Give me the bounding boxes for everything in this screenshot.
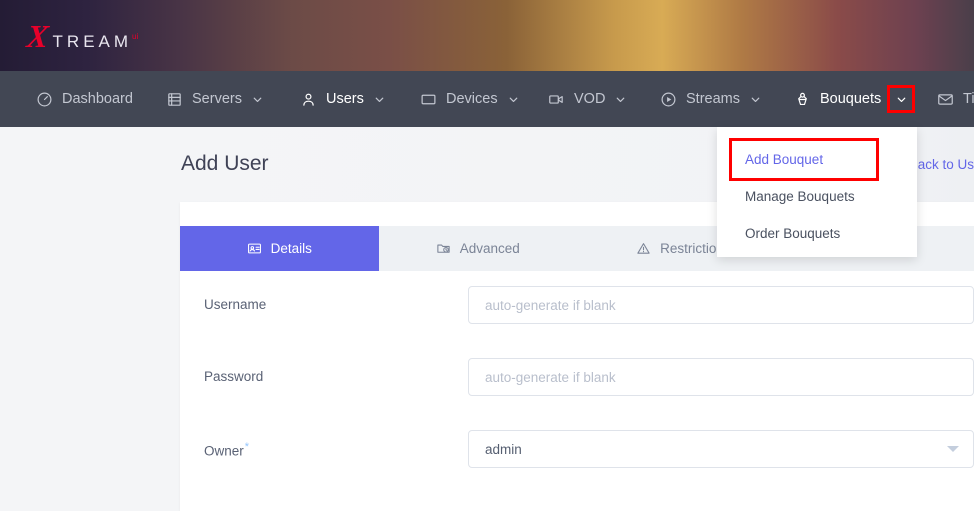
nav-item-label: Servers <box>192 91 242 107</box>
nav-item-streams[interactable]: Streams <box>660 71 762 127</box>
tab-label: Details <box>270 241 312 256</box>
user-icon <box>300 91 317 108</box>
dropdown-item-order-bouquets[interactable]: Order Bouquets <box>717 215 917 252</box>
nav-item-servers[interactable]: Servers <box>166 71 264 127</box>
nav-item-dashboard[interactable]: Dashboard <box>36 71 133 127</box>
tab-advanced[interactable]: Advanced <box>378 226 577 271</box>
chevron-down-icon[interactable] <box>749 93 762 106</box>
nav-item-devices[interactable]: Devices <box>420 71 520 127</box>
envelope-icon <box>937 91 954 108</box>
nav-item-ti[interactable]: Ti <box>937 71 974 127</box>
select-owner[interactable]: admin <box>468 430 974 468</box>
dropdown-item-label: Add Bouquet <box>745 152 824 167</box>
chevron-down-icon[interactable] <box>373 93 386 106</box>
tab-details[interactable]: Details <box>180 226 379 271</box>
chevron-down-icon[interactable] <box>507 93 520 106</box>
chevron-down-icon[interactable] <box>614 93 627 106</box>
field-label-username: Username <box>204 297 266 312</box>
xtream-logo: X TREAM ui <box>25 18 139 54</box>
dropdown-item-manage-bouquets[interactable]: Manage Bouquets <box>717 178 917 215</box>
dropdown-item-add-bouquet[interactable]: Add Bouquet <box>729 138 879 181</box>
app-root: X TREAM ui Dashboard Servers Users Devices V… <box>0 0 974 511</box>
brand-banner: X TREAM ui <box>0 0 974 71</box>
field-value: admin <box>485 441 522 457</box>
nav-item-label: VOD <box>574 91 606 107</box>
field-label-password: Password <box>204 369 263 384</box>
dropdown-item-label: Manage Bouquets <box>745 189 855 204</box>
id-card-icon <box>247 241 262 256</box>
logo-wordmark: TREAM <box>52 32 133 51</box>
nav-item-bouquets[interactable]: Bouquets <box>794 71 916 127</box>
form-row: Username auto-generate if blank <box>180 271 974 343</box>
form-row: Owner* admin <box>180 415 974 487</box>
warning-icon <box>636 241 651 256</box>
field-label-text: Username <box>204 297 267 312</box>
input-username[interactable]: auto-generate if blank <box>468 286 974 324</box>
server-icon <box>166 91 183 108</box>
tab-label: Advanced <box>459 241 520 256</box>
nav-item-label: Streams <box>686 91 740 107</box>
select-chevron-down-icon[interactable] <box>947 446 959 452</box>
play-circle-icon <box>660 91 677 108</box>
dropdown-item-label: Order Bouquets <box>745 226 841 241</box>
gauge-icon <box>36 91 53 108</box>
field-placeholder: auto-generate if blank <box>485 297 616 313</box>
tab-label: Restrictio <box>660 241 717 256</box>
required-asterisk-icon: * <box>244 441 250 453</box>
input-password[interactable]: auto-generate if blank <box>468 358 974 396</box>
field-label-owner: Owner* <box>204 441 249 459</box>
video-icon <box>548 91 565 108</box>
page-title: Add User <box>181 152 269 175</box>
logo-x-mark: X <box>25 18 54 54</box>
field-placeholder: auto-generate if blank <box>485 369 616 385</box>
chevron-down-icon[interactable] <box>887 85 916 113</box>
nav-item-label: Devices <box>446 91 498 107</box>
bouquets-dropdown-menu: Add Bouquet Manage Bouquets Order Bouquets <box>717 127 917 257</box>
nav-item-users[interactable]: Users <box>300 71 386 127</box>
logo-superscript: ui <box>132 32 139 41</box>
flower-icon <box>794 91 811 108</box>
user-form: Username auto-generate if blank Password au… <box>180 271 974 487</box>
field-label-text: Password <box>204 369 264 384</box>
field-label-text: Owner <box>204 443 244 459</box>
form-row: Password auto-generate if blank <box>180 343 974 415</box>
nav-item-label: Ti <box>963 91 974 107</box>
main-navbar: Dashboard Servers Users Devices VOD Streams Bo… <box>0 71 974 127</box>
chevron-down-icon[interactable] <box>251 93 264 106</box>
device-icon <box>420 91 437 108</box>
back-to-users-link[interactable]: Back to Us <box>909 157 974 172</box>
nav-item-label: Bouquets <box>820 91 882 107</box>
nav-item-vod[interactable]: VOD <box>548 71 627 127</box>
nav-item-label: Dashboard <box>62 91 133 107</box>
folder-clock-icon <box>436 241 451 256</box>
nav-item-label: Users <box>326 91 364 107</box>
